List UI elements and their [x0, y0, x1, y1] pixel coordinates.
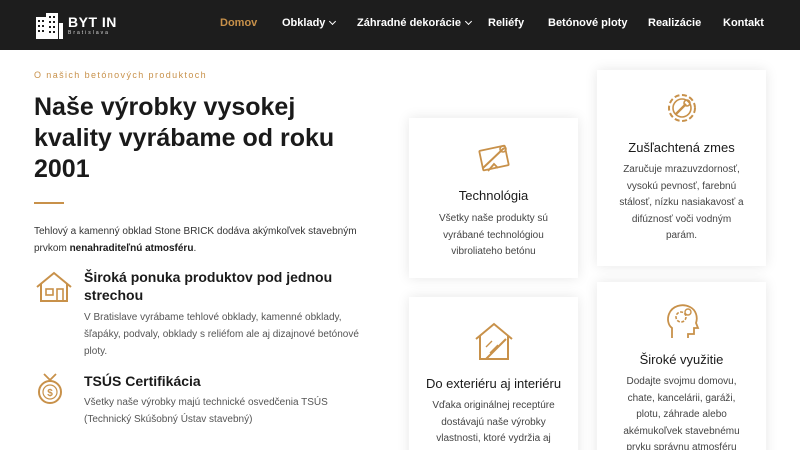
card-text: Zaručuje mrazuvzdornosť, vysokú pevnosť,…	[619, 164, 744, 241]
house-plan-icon	[474, 322, 513, 360]
house-icon	[36, 271, 72, 302]
chevron-down-icon	[329, 17, 337, 26]
section-eyebrow: O našich betónových produktoch	[34, 70, 208, 80]
intro-highlight: nenahraditeľnú atmosféru	[69, 243, 194, 254]
card-title: Technológia	[458, 188, 529, 203]
card-zuslachtena-zmes: Zušľachtená zmes Zaručuje mrazuvzdornosť…	[597, 70, 766, 266]
logo-subtitle: Bratislava	[68, 29, 110, 36]
logo-building-icon	[36, 13, 63, 39]
chevron-down-icon	[464, 17, 472, 26]
svg-text:$: $	[47, 388, 53, 399]
card-title: Široké využitie	[639, 352, 724, 367]
feature-title: TSÚS Certifikácia	[84, 373, 201, 389]
card-technologia: Technológia Všetky naše produkty sú vyrá…	[409, 118, 578, 278]
feature-text: Všetky naše výrobky majú technické osved…	[84, 397, 328, 425]
page-title: Naše výrobky vysokej kvality vyrábame od…	[34, 93, 335, 183]
card-exterier-interier: Do exteriéru aj interiéru Vďaka originál…	[409, 297, 578, 450]
nav-item-kontakt[interactable]: Kontakt	[723, 17, 764, 29]
nav-item-realizacie[interactable]: Realizácie	[648, 17, 701, 29]
card-title: Do exteriéru aj interiéru	[425, 376, 562, 391]
gear-wrench-icon	[667, 94, 696, 122]
tools-icon	[477, 144, 510, 172]
card-text: Všetky naše produkty sú vyrábané technol…	[439, 213, 548, 257]
nav-item-domov[interactable]: Domov	[220, 17, 257, 29]
intro-text: Tehlový a kamenný obklad Stone BRICK dod…	[34, 226, 357, 254]
nav-item-obklady[interactable]: Obklady	[282, 17, 337, 29]
feature-title: Široká ponuka produktov pod jednou strec…	[84, 269, 333, 303]
nav-item-zahradne-dekoracie[interactable]: Záhradné dekorácie	[357, 17, 472, 29]
site-header: BYT IN Bratislava Domov Obklady Záhradné…	[0, 0, 800, 50]
card-title: Zušľachtená zmes	[628, 140, 735, 155]
card-siroke-vyuzitie: Široké využitie Dodajte svojmu domovu, c…	[597, 282, 766, 450]
nav-item-betonove-ploty[interactable]: Betónové ploty	[548, 17, 627, 29]
head-gears-icon	[666, 304, 699, 338]
card-text: Dodajte svojmu domovu, chate, kancelárii…	[623, 376, 740, 450]
logo-title: BYT IN	[68, 13, 117, 30]
nav-item-reliefy[interactable]: Reliéfy	[488, 17, 524, 29]
divider	[34, 202, 64, 204]
feature-text: V Bratislave vyrábame tehlové obklady, k…	[84, 312, 359, 357]
certificate-coin-icon: $	[38, 373, 62, 404]
card-text: Vďaka originálnej receptúre dostávajú na…	[432, 400, 555, 444]
logo[interactable]: BYT IN Bratislava	[34, 10, 117, 40]
